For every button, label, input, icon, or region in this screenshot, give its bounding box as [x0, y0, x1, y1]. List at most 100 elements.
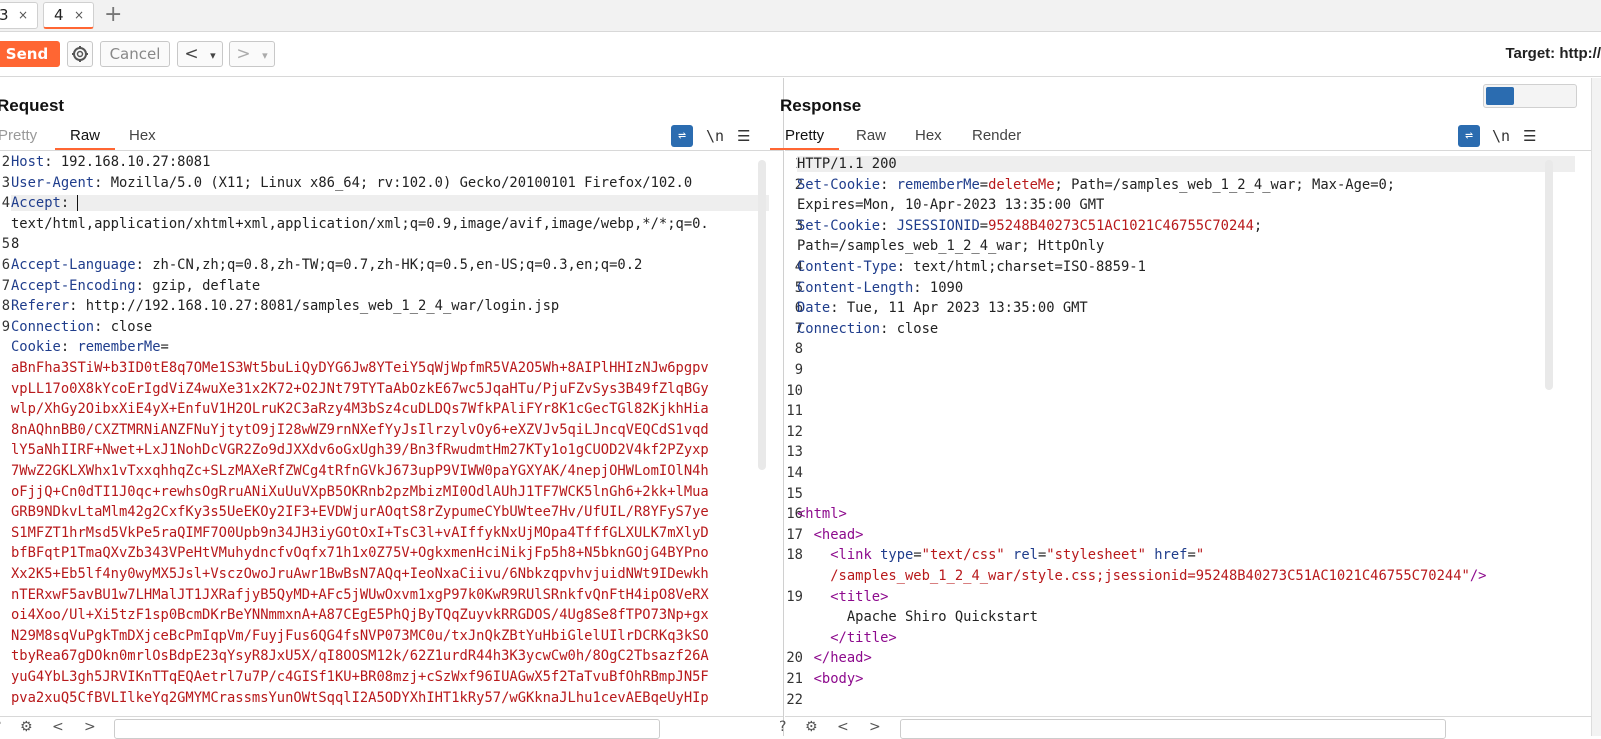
cookie-value: tbyRea67gDOkn0mrlOsBdpE23qYsyR8JxU5X/qI8…	[11, 648, 709, 665]
code-line: Content-Type: text/html;charset=ISO-8859…	[797, 259, 1575, 275]
code-line: Connection: close	[797, 321, 1575, 337]
html-string: /samples_web_1_2_4_war/style.css;jsessio…	[830, 568, 1470, 584]
tab-3[interactable]: 3 ×	[0, 2, 38, 29]
wrap-lines-icon[interactable]: ⇌	[1458, 125, 1480, 147]
line-number: 22	[786, 691, 803, 708]
help-icon[interactable]: ?	[0, 719, 1, 735]
equals: =	[913, 547, 922, 564]
tab-raw[interactable]: Raw	[55, 124, 116, 150]
divider	[0, 150, 783, 151]
search-input[interactable]	[114, 719, 660, 739]
equals: =	[1187, 547, 1196, 564]
previous-icon[interactable]: <	[837, 719, 849, 735]
layout-tabs-button[interactable]	[1546, 87, 1574, 105]
layout-stacked-button[interactable]	[1516, 87, 1544, 105]
code-line: Set-Cookie: rememberMe=deleteMe; Path=/s…	[797, 177, 1575, 193]
line-number: 10	[786, 382, 803, 399]
menu-icon[interactable]: ☰	[1523, 125, 1536, 147]
divider	[785, 150, 1601, 151]
gear-icon[interactable]: ⚙	[805, 719, 818, 735]
tab-render[interactable]: Render	[972, 124, 1021, 148]
cancel-button[interactable]: Cancel	[100, 41, 170, 67]
header-name: Set-Cookie	[797, 217, 881, 234]
tab-pretty[interactable]: Pretty	[0, 124, 37, 148]
code-line: Date: Tue, 11 Apr 2023 13:35:00 GMT	[797, 300, 1575, 316]
html-string: "stylesheet"	[1046, 547, 1146, 564]
tab-hex[interactable]: Hex	[129, 124, 156, 148]
response-search-bar: ? ⚙ < >	[779, 716, 1601, 739]
html-tag: </head>	[813, 650, 872, 667]
header-colon: :	[44, 154, 53, 170]
close-icon[interactable]: ×	[18, 3, 28, 28]
cookie-value: bfBFqtP1TmaQXvZb343VPeHtVMuhydncfvOqfx71…	[11, 545, 709, 562]
gear-icon	[72, 46, 88, 62]
menu-icon[interactable]: ☰	[737, 125, 750, 147]
forward-button[interactable]: > ▾	[229, 41, 275, 67]
gear-icon[interactable]: ⚙	[20, 719, 33, 735]
chevron-left-icon: <	[184, 44, 199, 64]
scrollbar[interactable]	[1545, 160, 1553, 390]
dropdown-icon[interactable]: ▾	[210, 49, 216, 62]
search-input[interactable]	[900, 719, 1446, 739]
settings-button[interactable]	[67, 41, 93, 67]
newline-toggle[interactable]: \n	[1492, 125, 1510, 147]
newline-toggle[interactable]: \n	[706, 125, 724, 147]
header-colon: :	[60, 339, 70, 356]
add-tab-icon[interactable]: +	[104, 2, 122, 28]
next-icon[interactable]: >	[84, 719, 96, 735]
layout-side-by-side-button[interactable]	[1486, 87, 1514, 105]
code-line: lY5aNhIIRF+Nwet+LxJ1NohDcVGR2Zo9dJXXdv6o…	[11, 442, 769, 458]
code-line: 7WwZ2GKLXWhx1vTxxqhhqZc+SLzMAXeRfZWCg4tR…	[11, 463, 769, 479]
response-title: Response	[780, 96, 862, 115]
cookie-value: aBnFha3STiW+b3ID0tE8q7OMe1S3Wt5buLiQyDYG…	[11, 360, 709, 376]
code-line: S1MFZT1hrMsd5VkPe5raQIMF7O0Upb9n34JH3iyG…	[11, 525, 769, 541]
header-name: Host	[11, 154, 45, 170]
wrap-lines-icon[interactable]: ⇌	[671, 125, 693, 147]
cookie-value: lY5aNhIIRF+Nwet+LxJ1NohDcVGR2Zo9dJXXdv6o…	[11, 442, 709, 459]
target-label[interactable]: Target: http://	[1505, 45, 1601, 62]
code-line: pva2xuQ5CfBVLIlkeYq2GMYMCrassmsYunOWtSqq…	[11, 690, 769, 706]
request-editor[interactable]: 2 Host: 192.168.10.27:8081 3 User-Agent: Mo…	[0, 152, 769, 716]
next-icon[interactable]: >	[869, 719, 881, 735]
back-button[interactable]: < ▾	[177, 41, 223, 67]
cookie-value: deleteMe	[988, 176, 1055, 193]
code-line: N29M8sqVuPgkTmDXjceBcPmIqpVm/FuyjFus6QG4…	[11, 628, 769, 644]
line-number: 8	[1, 298, 10, 315]
header-name: Cookie	[11, 339, 61, 356]
code-line: <head>	[797, 527, 1575, 543]
response-editor[interactable]: 1HTTP/1.1 2002Set-Cookie: rememberMe=del…	[785, 152, 1575, 716]
dropdown-icon[interactable]: ▾	[262, 49, 268, 62]
tab-4[interactable]: 4 ×	[43, 2, 94, 29]
code-line: GRB9NDkvLtaMlm42g2CxfKy3s5UeEKOy2IF3+EVD…	[11, 504, 769, 520]
cookie-value: wlp/XhGy2OibxXiE4yX+EnfuV1H2OLruK2C3aRzy…	[11, 401, 709, 418]
header-value: 1090	[921, 279, 964, 296]
cookie-value: nTERxwF5avBU1w7LHMalJT1JXRafjyB5QyMD+AFc…	[11, 586, 709, 603]
cookie-value: S1MFZT1hrMsd5VkPe5raQIMF7O0Upb9n34JH3iyG…	[11, 524, 709, 541]
header-value	[69, 195, 77, 211]
tab-hex[interactable]: Hex	[915, 124, 942, 148]
tab-raw[interactable]: Raw	[856, 124, 886, 148]
previous-icon[interactable]: <	[52, 719, 64, 735]
header-colon: :	[880, 217, 897, 234]
code-line: <html>	[797, 506, 1575, 522]
cookie-name: JSESSIONID	[896, 217, 980, 234]
close-icon[interactable]: ×	[74, 3, 84, 28]
header-value: http://192.168.10.27:8081/samples_web_1_…	[77, 298, 560, 315]
header-name: Content-Length	[797, 279, 914, 296]
header-value: text/html,application/xhtml+xml,applicat…	[11, 215, 709, 232]
side-panel-strip[interactable]	[1591, 78, 1601, 736]
code-line: Apache Shiro Quickstart	[797, 609, 1575, 625]
line-number: 13	[786, 444, 803, 461]
code-line: Set-Cookie: JSESSIONID=95248B40273C51AC1…	[797, 218, 1575, 234]
help-icon[interactable]: ?	[779, 719, 786, 735]
tab-pretty[interactable]: Pretty	[770, 124, 840, 150]
header-name: Content-Type	[797, 259, 897, 275]
code-line: wlp/XhGy2OibxXiE4yX+EnfuV1H2OLruK2C3aRzy…	[11, 401, 769, 417]
html-tag: <title>	[830, 588, 889, 605]
scrollbar[interactable]	[758, 160, 766, 470]
send-button[interactable]: Send	[0, 41, 60, 67]
